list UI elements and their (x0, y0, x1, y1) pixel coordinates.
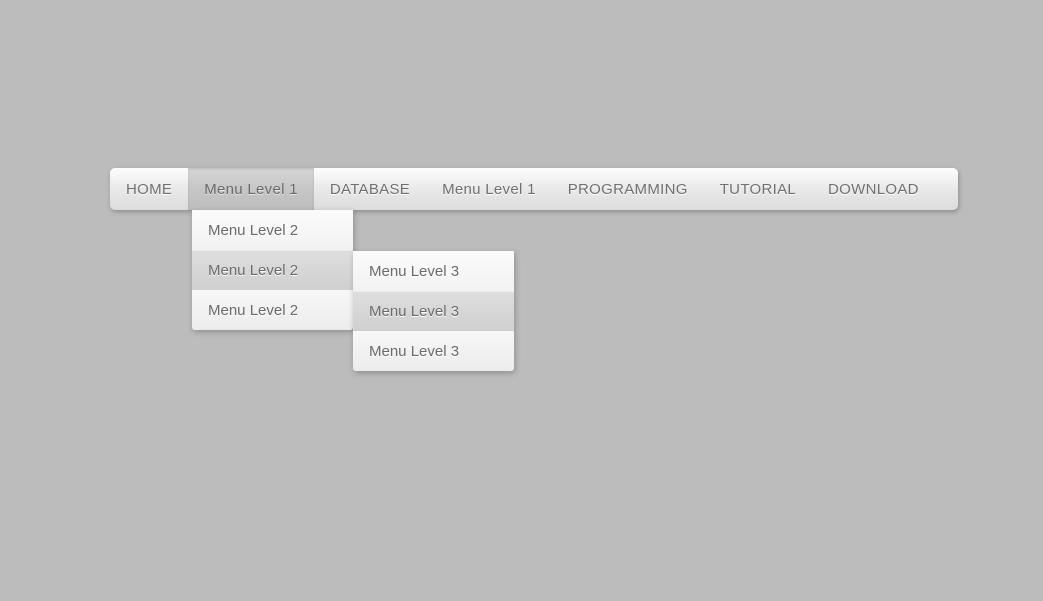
submenu-item-label: Menu Level 2 (208, 222, 298, 239)
main-menubar: HOME Menu Level 1 DATABASE Menu Level 1 … (110, 168, 958, 210)
menu-item-label: PROGRAMMING (568, 181, 688, 198)
menu-item-database[interactable]: DATABASE (314, 168, 426, 210)
submenu-item-label: Menu Level 2 (208, 262, 298, 279)
menu-item-label: Menu Level 1 (204, 181, 298, 198)
submenu-item-label: Menu Level 2 (208, 302, 298, 319)
menu-item-label: TUTORIAL (720, 181, 796, 198)
submenu-item-level2-1[interactable]: Menu Level 2 (192, 250, 353, 290)
submenu-item-label: Menu Level 3 (369, 343, 459, 360)
submenu-item-level2-0[interactable]: Menu Level 2 (192, 210, 353, 250)
submenu-item-label: Menu Level 3 (369, 303, 459, 320)
menu-item-label: DATABASE (330, 181, 410, 198)
menu-item-label: HOME (126, 181, 172, 198)
submenu-level2: Menu Level 2 Menu Level 2 Menu Level 2 (192, 210, 353, 330)
submenu-item-level3-2[interactable]: Menu Level 3 (353, 331, 514, 371)
menu-item-programming[interactable]: PROGRAMMING (552, 168, 704, 210)
submenu-item-level3-0[interactable]: Menu Level 3 (353, 251, 514, 291)
submenu-level3: Menu Level 3 Menu Level 3 Menu Level 3 (353, 251, 514, 371)
submenu-item-label: Menu Level 3 (369, 263, 459, 280)
menu-item-level1-a[interactable]: Menu Level 1 (188, 168, 314, 210)
submenu-item-level2-2[interactable]: Menu Level 2 (192, 290, 353, 330)
menu-item-label: DOWNLOAD (828, 181, 919, 198)
menu-item-tutorial[interactable]: TUTORIAL (704, 168, 812, 210)
menu-item-home[interactable]: HOME (110, 168, 188, 210)
menu-item-download[interactable]: DOWNLOAD (812, 168, 935, 210)
menu-item-level1-b[interactable]: Menu Level 1 (426, 168, 552, 210)
menu-item-label: Menu Level 1 (442, 181, 536, 198)
submenu-item-level3-1[interactable]: Menu Level 3 (353, 291, 514, 331)
